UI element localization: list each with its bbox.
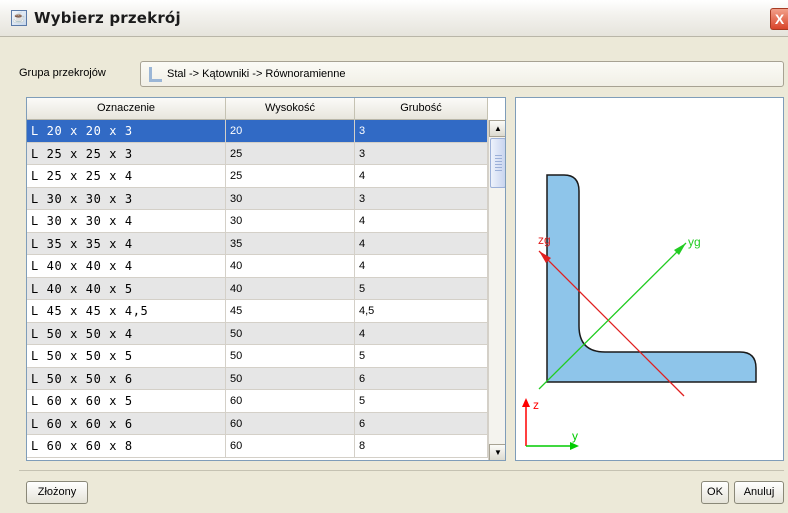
java-app-icon: ☕ <box>11 10 27 26</box>
cell-designation: L 45 x 45 x 4,5 <box>27 300 226 322</box>
cell-designation: L 60 x 60 x 5 <box>27 390 226 412</box>
cell-height: 60 <box>226 390 355 412</box>
cell-thickness: 6 <box>355 367 488 390</box>
table-body: L 20 x 20 x 3 20 3 L 25 x 25 x 3 25 3 L 25 x 2… <box>27 120 488 460</box>
cell-height: 25 <box>226 142 355 165</box>
folder-icon <box>149 67 162 82</box>
cell-designation: L 60 x 60 x 6 <box>27 412 226 435</box>
cell-thickness: 4 <box>355 255 488 277</box>
cell-thickness: 4 <box>355 165 488 187</box>
table-row[interactable]: L 30 x 30 x 4 30 4 <box>27 210 488 233</box>
cell-designation: L 40 x 40 x 4 <box>27 255 226 277</box>
column-header-designation[interactable]: Oznaczenie <box>27 98 226 120</box>
cell-thickness: 3 <box>355 187 488 210</box>
cell-thickness: 3 <box>355 120 488 142</box>
cell-designation: L 35 x 35 x 4 <box>27 232 226 255</box>
table-row[interactable]: L 50 x 50 x 5 50 5 <box>27 345 488 368</box>
cell-height: 30 <box>226 187 355 210</box>
cell-thickness: 8 <box>355 435 488 457</box>
table-row[interactable]: L 20 x 20 x 3 20 3 <box>27 120 488 143</box>
cell-designation: L 50 x 50 x 5 <box>27 345 226 367</box>
cell-designation: L 20 x 20 x 3 <box>27 120 226 142</box>
cell-designation: L 60 x 60 x 8 <box>27 435 226 457</box>
cell-height: 30 <box>226 210 355 232</box>
cell-height: 25 <box>226 165 355 187</box>
cell-designation: L 50 x 50 x 6 <box>27 367 226 390</box>
table-row[interactable]: L 35 x 35 x 4 35 4 <box>27 232 488 255</box>
cell-height: 50 <box>226 345 355 367</box>
section-group-row: Grupa przekrojów Stal -> Kątowniki -> Ró… <box>19 61 784 87</box>
title-bar[interactable]: ☕ Wybierz przekrój X <box>0 0 788 37</box>
yg-axis-label: yg <box>688 235 701 249</box>
cell-designation: L 30 x 30 x 4 <box>27 210 226 232</box>
cell-thickness: 5 <box>355 390 488 412</box>
cancel-button[interactable]: Anuluj <box>734 481 784 504</box>
table-header: Oznaczenie Wysokość Grubość <box>27 98 488 120</box>
section-group-selector[interactable]: Stal -> Kątowniki -> Równoramienne <box>140 61 784 87</box>
table-row[interactable]: L 60 x 60 x 8 60 8 <box>27 435 488 458</box>
cell-height: 20 <box>226 120 355 142</box>
cell-height: 50 <box>226 322 355 345</box>
table-row[interactable]: L 25 x 25 x 4 25 4 <box>27 165 488 188</box>
angle-section-drawing: zg yg z y <box>522 174 757 450</box>
sections-table: Oznaczenie Wysokość Grubość L 20 x 20 x … <box>26 97 506 461</box>
scroll-up-button[interactable]: ▲ <box>489 120 505 137</box>
table-row[interactable]: L 60 x 60 x 5 60 5 <box>27 390 488 413</box>
zg-axis-label: zg <box>538 233 551 247</box>
y-axis-arrowhead <box>570 442 579 450</box>
cell-thickness: 5 <box>355 345 488 367</box>
cell-height: 40 <box>226 255 355 277</box>
table-row[interactable]: L 50 x 50 x 4 50 4 <box>27 322 488 345</box>
cell-designation: L 50 x 50 x 4 <box>27 322 226 345</box>
angle-profile-shape <box>546 174 757 383</box>
column-header-thickness[interactable]: Grubość <box>355 98 488 120</box>
compound-section-button[interactable]: Złożony <box>26 481 88 504</box>
cell-height: 60 <box>226 412 355 435</box>
cell-designation: L 30 x 30 x 3 <box>27 187 226 210</box>
cell-thickness: 4,5 <box>355 300 488 322</box>
z-axis-label: z <box>533 398 539 412</box>
table-row[interactable]: L 60 x 60 x 6 60 6 <box>27 412 488 435</box>
section-group-label: Grupa przekrojów <box>19 67 106 79</box>
cell-thickness: 6 <box>355 412 488 435</box>
close-button[interactable]: X <box>770 8 788 30</box>
scroll-down-button[interactable]: ▼ <box>489 444 505 460</box>
bottom-separator <box>19 470 784 471</box>
window-title: Wybierz przekrój <box>34 9 181 27</box>
section-preview: zg yg z y <box>515 97 784 461</box>
table-row[interactable]: L 40 x 40 x 5 40 5 <box>27 277 488 300</box>
cell-thickness: 3 <box>355 142 488 165</box>
scrollbar-grip-icon <box>495 155 502 171</box>
cell-thickness: 5 <box>355 277 488 300</box>
y-axis-label: y <box>572 429 578 443</box>
cell-height: 45 <box>226 300 355 322</box>
column-header-height[interactable]: Wysokość <box>226 98 355 120</box>
vertical-scrollbar[interactable]: ▲ ▼ <box>488 120 505 460</box>
cell-thickness: 4 <box>355 322 488 345</box>
cell-height: 40 <box>226 277 355 300</box>
cell-designation: L 40 x 40 x 5 <box>27 277 226 300</box>
table-row[interactable]: L 50 x 50 x 6 50 6 <box>27 367 488 390</box>
section-group-path: Stal -> Kątowniki -> Równoramienne <box>167 68 346 80</box>
cell-height: 60 <box>226 435 355 457</box>
scrollbar-thumb[interactable] <box>490 138 505 188</box>
cell-thickness: 4 <box>355 232 488 255</box>
table-row[interactable]: L 45 x 45 x 4,5 45 4,5 <box>27 300 488 323</box>
z-axis-arrowhead <box>522 398 530 407</box>
cell-height: 50 <box>226 367 355 390</box>
cell-designation: L 25 x 25 x 4 <box>27 165 226 187</box>
table-row[interactable]: L 40 x 40 x 4 40 4 <box>27 255 488 278</box>
cell-designation: L 25 x 25 x 3 <box>27 142 226 165</box>
cell-thickness: 4 <box>355 210 488 232</box>
cell-height: 35 <box>226 232 355 255</box>
table-row[interactable]: L 30 x 30 x 3 30 3 <box>27 187 488 210</box>
table-row[interactable]: L 25 x 25 x 3 25 3 <box>27 142 488 165</box>
dialog-window: ☕ Wybierz przekrój X Grupa przekrojów St… <box>0 0 788 513</box>
ok-button[interactable]: OK <box>701 481 729 504</box>
